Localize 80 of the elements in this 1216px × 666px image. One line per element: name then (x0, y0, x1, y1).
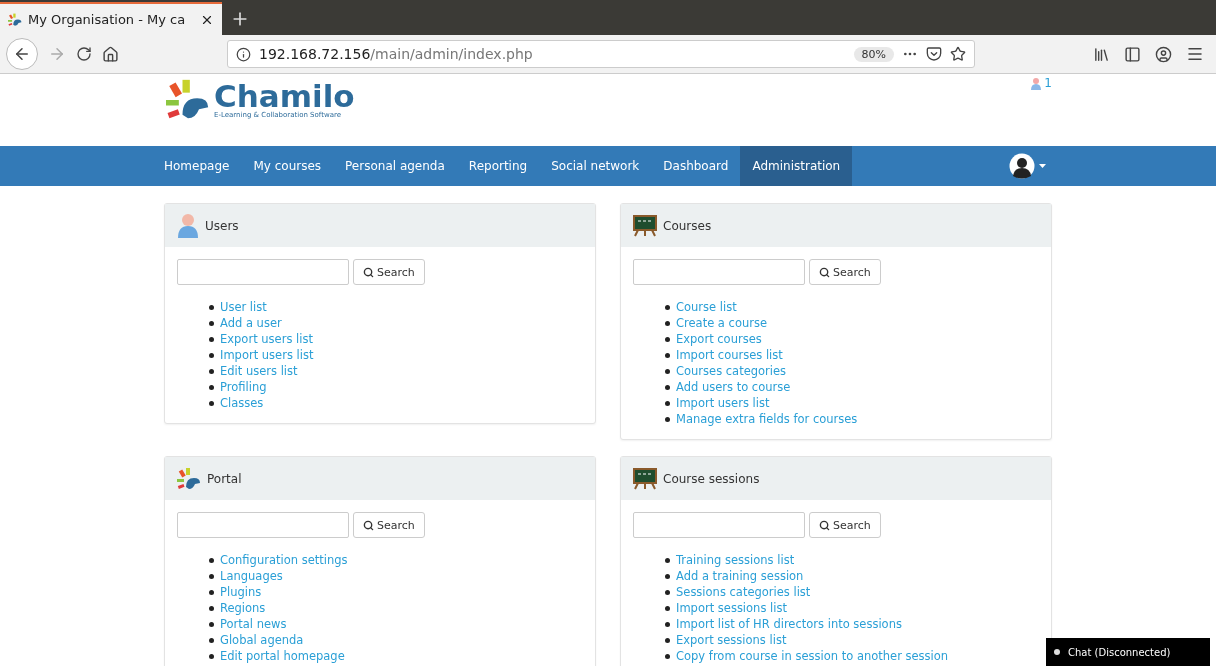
sidebar-icon[interactable] (1124, 45, 1141, 63)
blackboard-icon (633, 214, 657, 237)
admin-link[interactable]: Export sessions list (676, 633, 787, 647)
admin-link[interactable]: Import courses list (676, 348, 783, 362)
nav-tab[interactable]: My courses (241, 146, 334, 186)
search-icon (363, 266, 374, 278)
admin-link[interactable]: Global agenda (220, 633, 304, 647)
tab-title: My Organisation - My ca (28, 12, 187, 27)
panel-title: Users (205, 218, 239, 233)
reload-icon[interactable] (76, 46, 92, 62)
zoom-level[interactable]: 80% (853, 46, 894, 62)
admin-link[interactable]: Manage extra fields for courses (676, 412, 858, 426)
admin-link[interactable]: Export users list (220, 332, 313, 346)
search-icon (819, 266, 830, 278)
admin-link[interactable]: Import list of HR directors into sessions (676, 617, 902, 631)
caret-icon (1039, 164, 1046, 168)
chat-bar[interactable]: Chat (Disconnected) (1046, 638, 1210, 666)
search-button[interactable]: Search (353, 512, 425, 538)
logo-name[interactable]: Chamilo (214, 81, 355, 111)
search-button[interactable]: Search (809, 512, 881, 538)
admin-link[interactable]: Import users list (676, 396, 770, 410)
nav-tab[interactable]: Personal agenda (333, 146, 457, 186)
nav-tab[interactable]: Reporting (456, 146, 540, 186)
admin-link[interactable]: Import users list (220, 348, 314, 362)
admin-link[interactable]: Export courses (676, 332, 762, 346)
admin-link[interactable]: Configuration settings (220, 553, 348, 567)
admin-link[interactable]: Add a training session (676, 569, 804, 583)
admin-link[interactable]: Add users to course (676, 380, 791, 394)
panel-title: Portal (207, 471, 242, 486)
avatar-icon (1009, 153, 1035, 179)
admin-link[interactable]: Classes (220, 396, 264, 410)
blackboard-icon (633, 467, 657, 490)
url-path: /main/admin/index.php (370, 46, 534, 62)
admin-link[interactable]: Course list (676, 300, 737, 314)
url-host: 192.168.72.156 (259, 46, 371, 62)
user-icon (177, 212, 199, 239)
star-icon[interactable] (950, 46, 966, 62)
admin-link[interactable]: Edit users list (220, 364, 298, 378)
admin-link[interactable]: Training sessions list (676, 553, 795, 567)
admin-link[interactable]: Import sessions list (676, 601, 787, 615)
admin-link[interactable]: Add a user (220, 316, 282, 330)
menu-icon[interactable] (1186, 45, 1204, 63)
admin-link[interactable]: Regions (220, 601, 266, 615)
user-icon (1031, 76, 1042, 90)
nav-tab[interactable]: Homepage (164, 146, 242, 186)
admin-link[interactable]: Copy from course in session to another session (676, 649, 949, 663)
search-field[interactable] (177, 512, 349, 538)
nav-tab[interactable]: Social network (539, 146, 652, 186)
chameleon-logo-icon (8, 12, 22, 27)
panel-title: Courses (663, 218, 712, 233)
chameleon-logo-icon (177, 466, 201, 491)
search-icon (363, 519, 374, 531)
address-bar[interactable]: 192.168.72.156/main/admin/index.php 80% (227, 40, 975, 68)
admin-link[interactable]: User list (220, 300, 267, 314)
info-icon[interactable] (236, 46, 251, 62)
admin-link[interactable]: Plugins (220, 585, 262, 599)
admin-link[interactable]: Portal news (220, 617, 287, 631)
search-field[interactable] (633, 512, 805, 538)
admin-link[interactable]: Profiling (220, 380, 267, 394)
back-icon (13, 45, 31, 63)
admin-link[interactable]: Courses categories (676, 364, 787, 378)
nav-tab[interactable]: Administration (740, 146, 853, 186)
pocket-icon[interactable] (926, 46, 942, 62)
search-field[interactable] (177, 259, 349, 285)
library-icon[interactable] (1093, 45, 1110, 63)
admin-link[interactable]: Sessions categories list (676, 585, 811, 599)
account-icon[interactable] (1155, 45, 1172, 63)
search-button[interactable]: Search (353, 259, 425, 285)
admin-link[interactable]: Create a course (676, 316, 767, 330)
back-button[interactable] (6, 38, 38, 70)
admin-link[interactable]: Languages (220, 569, 283, 583)
admin-link[interactable]: Edit portal homepage (220, 649, 345, 663)
browser-tab[interactable]: My Organisation - My ca (0, 2, 222, 35)
online-users-link[interactable]: 1 (1031, 76, 1052, 90)
panel-title: Course sessions (663, 471, 760, 486)
home-icon[interactable] (102, 45, 119, 63)
nav-tab[interactable]: Dashboard (651, 146, 741, 186)
search-field[interactable] (633, 259, 805, 285)
search-icon (819, 519, 830, 531)
search-button[interactable]: Search (809, 259, 881, 285)
